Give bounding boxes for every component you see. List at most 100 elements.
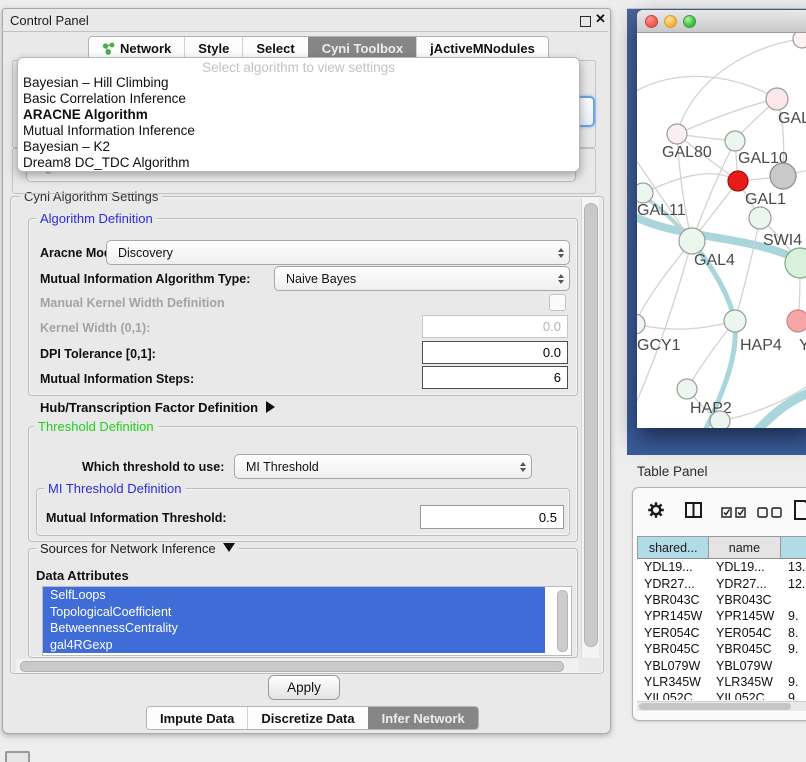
network-node-label: GAL11	[637, 202, 686, 219]
network-node[interactable]	[749, 207, 771, 229]
network-node-label: SWI4	[763, 232, 802, 249]
network-icon	[102, 42, 115, 55]
gear-icon[interactable]	[647, 501, 665, 524]
aracne-mode-value: Discovery	[118, 246, 173, 260]
table-column-header-shared[interactable]: shared...	[638, 537, 709, 558]
apply-button[interactable]: Apply	[268, 675, 340, 700]
network-node-label: HAP4	[740, 337, 782, 354]
sources-title[interactable]: Sources for Network Inference	[36, 542, 239, 556]
settings-hscroll-thumb[interactable]	[20, 661, 564, 672]
table-hscroll-thumb[interactable]	[639, 703, 791, 710]
minimized-panel-icon[interactable]	[5, 751, 30, 762]
split-columns-icon[interactable]	[685, 502, 702, 523]
table-row[interactable]: YER054CYER054C8.	[637, 625, 806, 641]
table-cell: YDR27...	[637, 577, 709, 591]
network-node-gal80[interactable]	[667, 124, 687, 144]
table-column-header-name[interactable]: name	[709, 537, 780, 558]
attribute-betweennesscentrality[interactable]: BetweennessCentrality	[43, 620, 545, 637]
mi-threshold-field[interactable]: 0.5	[420, 505, 564, 529]
popup-item-dream8-dc-tdc-algorithm[interactable]: Dream8 DC_TDC Algorithm	[18, 155, 579, 171]
attribute-gal4rgexp[interactable]: gal4RGexp	[43, 637, 545, 654]
table-body[interactable]: YDL19...YDL19...13.YDR27...YDR27...12.YB…	[637, 559, 806, 700]
table-cell: 9.	[781, 642, 806, 656]
settings-horizontal-scrollbar[interactable]	[16, 659, 579, 672]
float-window-icon[interactable]	[580, 16, 591, 27]
tab-style[interactable]: Style	[184, 37, 242, 59]
network-node-y[interactable]	[787, 310, 806, 332]
settings-vscroll-thumb[interactable]	[584, 203, 598, 647]
checked-boxes-icon[interactable]	[721, 505, 747, 523]
screen: GALGAL80GAL10GAL1GAL11GAL4SWI4GCY1HAP4YH…	[0, 0, 806, 762]
network-node[interactable]	[793, 33, 806, 48]
table-row[interactable]: YPR145WYPR145W9.	[637, 608, 806, 624]
tab-cyni-toolbox[interactable]: Cyni Toolbox	[308, 37, 416, 59]
dpi-tolerance-field[interactable]: 0.0	[422, 341, 568, 364]
table-row[interactable]: YIL052CYIL052C9.	[637, 690, 806, 700]
table-row[interactable]: YDL19...YDL19...13.	[637, 559, 806, 575]
network-node[interactable]	[770, 163, 796, 189]
tab-select[interactable]: Select	[242, 37, 307, 59]
table-row[interactable]: YBR043CYBR043C	[637, 592, 806, 608]
kernel-width-value: 0.0	[543, 319, 561, 334]
attribute-selfloops[interactable]: SelfLoops	[43, 587, 545, 604]
network-node-gal10[interactable]	[725, 131, 745, 151]
attribute-topologicalcoefficient[interactable]: TopologicalCoefficient	[43, 604, 545, 621]
tab-discretize-data[interactable]: Discretize Data	[247, 707, 367, 729]
network-node-gal[interactable]	[766, 88, 788, 110]
mi-threshold-title: MI Threshold Definition	[44, 482, 185, 496]
table-cell: YLR345W	[637, 675, 709, 689]
network-view-window[interactable]: GALGAL80GAL10GAL1GAL11GAL4SWI4GCY1HAP4YH…	[637, 10, 806, 428]
network-node-gal4[interactable]	[679, 228, 705, 254]
which-threshold-label: Which threshold to use:	[82, 460, 224, 474]
close-window-icon[interactable]: ✕	[595, 11, 606, 27]
popup-item-basic-correlation-inference[interactable]: Basic Correlation Inference	[18, 91, 579, 107]
table-cell: 8.	[781, 626, 806, 640]
table-header-row[interactable]: shared...name	[637, 536, 806, 559]
kernel-width-label: Kernel Width (0,1):	[40, 321, 150, 335]
network-node-gal1[interactable]	[728, 171, 748, 191]
table-cell: 9.	[781, 691, 806, 700]
popup-item-bayesian-k2[interactable]: Bayesian – K2	[18, 139, 579, 155]
table-row[interactable]: YBL079WYBL079W	[637, 657, 806, 673]
control-panel-title: Control Panel	[10, 13, 89, 28]
table-horizontal-scrollbar[interactable]	[637, 701, 806, 711]
minimize-traffic-light[interactable]	[664, 15, 677, 28]
table-column-header-2[interactable]	[781, 537, 806, 558]
unchecked-boxes-icon[interactable]	[757, 505, 783, 523]
which-threshold-combo[interactable]: MI Threshold	[234, 454, 532, 479]
network-node-gcy1[interactable]	[637, 314, 645, 334]
network-node-gal11[interactable]	[637, 183, 653, 203]
document-icon[interactable]	[793, 500, 806, 525]
settings-vertical-scrollbar[interactable]	[581, 198, 599, 658]
tab-impute-data[interactable]: Impute Data	[147, 707, 247, 729]
network-window-titlebar[interactable]	[637, 10, 806, 33]
table-cell: YER054C	[709, 626, 781, 640]
table-row[interactable]: YBR045CYBR045C9.	[637, 641, 806, 657]
mi-type-combo[interactable]: Naive Bayes	[274, 266, 570, 291]
attributes-scrollbar-thumb[interactable]	[557, 590, 568, 652]
mi-steps-field[interactable]: 6	[422, 366, 568, 389]
kernel-width-field[interactable]: 0.0	[422, 315, 568, 338]
close-traffic-light[interactable]	[645, 15, 658, 28]
table-row[interactable]: YLR345WYLR345W9.	[637, 674, 806, 690]
data-attributes-list[interactable]: SelfLoopsTopologicalCoefficientBetweenne…	[42, 586, 572, 656]
stepper-arrows-icon	[558, 267, 564, 290]
network-node-label: Y	[799, 337, 806, 354]
algorithm-select-popup: Select algorithm to view settings Bayesi…	[17, 57, 580, 172]
tab-jactivemnodules[interactable]: jActiveMNodules	[416, 37, 548, 59]
network-node-hap4[interactable]	[724, 310, 746, 332]
zoom-traffic-light[interactable]	[683, 15, 696, 28]
table-row[interactable]: YDR27...YDR27...12.	[637, 575, 806, 591]
table-cell: 9.	[781, 609, 806, 623]
network-node[interactable]	[710, 411, 730, 428]
hub-definition-toggle[interactable]: Hub/Transcription Factor Definition	[40, 400, 275, 415]
tab-network[interactable]: Network	[89, 37, 184, 59]
tab-infer-network[interactable]: Infer Network	[368, 707, 478, 729]
popup-item-aracne-algorithm[interactable]: ARACNE Algorithm	[18, 107, 579, 123]
manual-kernel-checkbox[interactable]	[549, 294, 566, 311]
popup-item-mutual-information-inference[interactable]: Mutual Information Inference	[18, 123, 579, 139]
network-node-hap2[interactable]	[677, 379, 697, 399]
popup-item-bayesian-hill-climbing[interactable]: Bayesian – Hill Climbing	[18, 75, 579, 91]
aracne-mode-combo[interactable]: Discovery	[106, 240, 570, 265]
network-canvas[interactable]: GALGAL80GAL10GAL1GAL11GAL4SWI4GCY1HAP4YH…	[637, 33, 806, 428]
